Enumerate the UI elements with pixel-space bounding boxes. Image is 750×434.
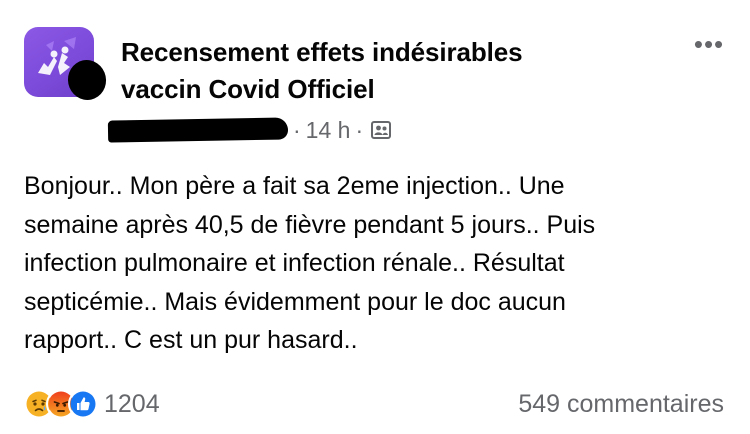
group-members-icon[interactable] (370, 119, 392, 141)
group-name-link[interactable]: Recensement effets indésirables vaccin C… (121, 34, 641, 108)
comments-count-link[interactable]: 549 commentaires (518, 390, 724, 419)
more-options-button[interactable]: ••• (690, 31, 728, 57)
post-card: Recensement effets indésirables vaccin C… (0, 0, 750, 434)
post-text-line: septicémie.. Mais évidemment pour le doc… (24, 287, 566, 316)
post-text-line: Bonjour.. Mon père a fait sa 2eme inject… (24, 172, 565, 200)
post-text-line: infection pulmonaire et infection rénale… (24, 249, 565, 277)
reaction-count: 1204 (104, 389, 160, 418)
group-name-line-2: vaccin Covid Officiel (121, 74, 375, 104)
more-horizontal-icon: ••• (693, 29, 725, 59)
post-text-line: rapport.. C est un pur hasard.. (24, 326, 358, 354)
meta-separator: · (355, 116, 364, 143)
post-text-line: semaine après 40,5 de fièvre pendant 5 j… (24, 210, 596, 239)
meta-separator: · (293, 116, 301, 143)
post-text: Bonjour.. Mon père a fait sa 2eme inject… (24, 167, 724, 360)
reactions-summary[interactable]: 1204 (24, 388, 160, 420)
group-name-line-1: Recensement effets indésirables (121, 37, 523, 67)
post-timestamp[interactable]: 14 h (306, 117, 351, 144)
redacted-author-name (107, 117, 289, 143)
post-meta: · 14 h · (107, 113, 392, 147)
like-reaction-icon (68, 389, 98, 419)
